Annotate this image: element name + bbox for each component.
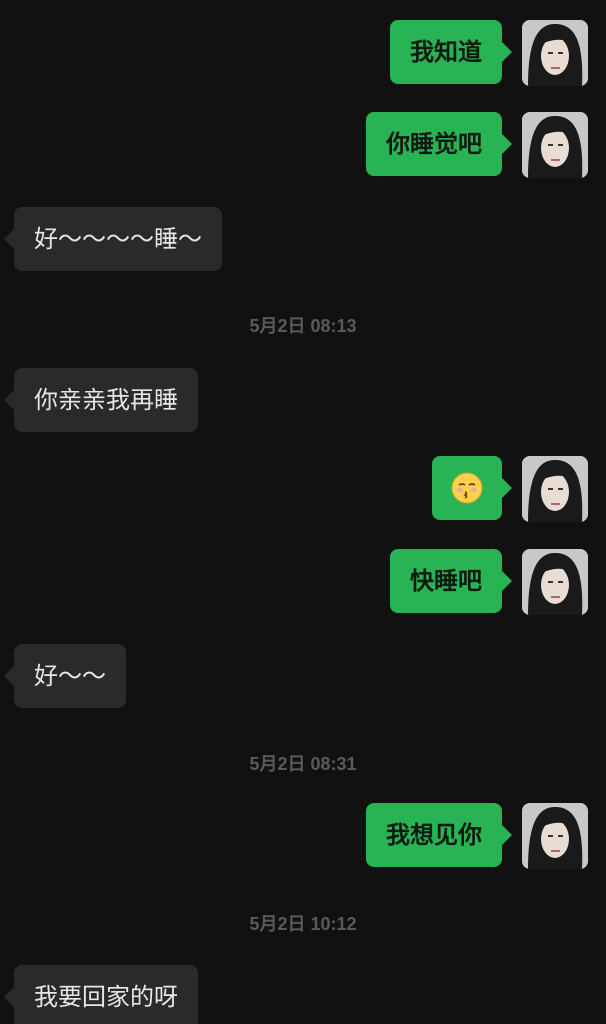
message-sent: 我知道 [390, 20, 588, 86]
message-received: 好～～～～睡～ [4, 207, 222, 271]
kissing-face-with-closed-eyes-icon [451, 472, 483, 504]
avatar[interactable] [522, 549, 588, 615]
message-sent: 快睡吧 [390, 549, 588, 615]
avatar[interactable] [522, 112, 588, 178]
avatar-portrait-icon [522, 456, 588, 522]
avatar[interactable] [522, 456, 588, 522]
message-sent [432, 456, 588, 522]
message-bubble-received[interactable]: 好～～～～睡～ [4, 207, 222, 271]
message-received: 你亲亲我再睡 [4, 368, 198, 432]
message-bubble-sent[interactable]: 我想见你 [366, 803, 512, 867]
timestamp: 5月2日 08:31 [249, 754, 357, 774]
timestamp: 5月2日 08:13 [249, 316, 357, 336]
message-bubble-received[interactable]: 我要回家的呀 [4, 965, 198, 1024]
message-received: 好～～ [4, 644, 126, 708]
avatar-portrait-icon [522, 803, 588, 869]
message-sent: 你睡觉吧 [366, 112, 588, 178]
avatar-portrait-icon [522, 549, 588, 615]
message-sent: 我想见你 [366, 803, 588, 869]
avatar-portrait-icon [522, 20, 588, 86]
avatar[interactable] [522, 20, 588, 86]
message-received: 我要回家的呀 [4, 965, 198, 1024]
message-bubble-received[interactable]: 你亲亲我再睡 [4, 368, 198, 432]
message-bubble-sent[interactable]: 我知道 [390, 20, 512, 84]
chat-view: 我知道 你睡觉吧 好～～～～睡～ 5月2日 08:13 你亲亲我再睡 快睡吧 好… [0, 0, 606, 1024]
message-bubble-sent[interactable]: 快睡吧 [390, 549, 512, 613]
timestamp: 5月2日 10:12 [249, 914, 357, 934]
message-bubble-received[interactable]: 好～～ [4, 644, 126, 708]
avatar[interactable] [522, 803, 588, 869]
message-bubble-sent[interactable]: 你睡觉吧 [366, 112, 512, 176]
message-bubble-sent[interactable] [432, 456, 512, 520]
avatar-portrait-icon [522, 112, 588, 178]
